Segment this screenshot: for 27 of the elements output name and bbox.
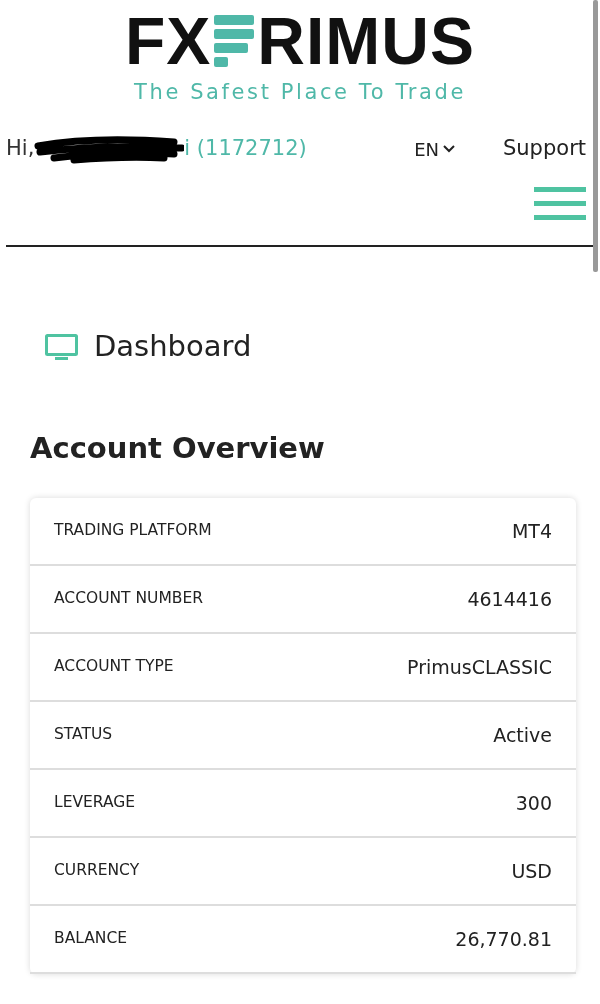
page-title: Dashboard	[94, 328, 252, 365]
language-dropdown[interactable]: EN	[414, 135, 455, 163]
field-label: ACCOUNT NUMBER	[54, 588, 204, 610]
field-label: TRADING PLATFORM	[54, 520, 212, 542]
field-label: ACCOUNT TYPE	[54, 656, 174, 678]
tagline: The Safest Place To Trade	[134, 82, 466, 103]
section-heading: Account Overview	[30, 429, 326, 467]
account-id: i (1172712)	[184, 135, 307, 163]
field-value: MT4	[511, 518, 552, 544]
caret-icon	[443, 145, 455, 153]
field-label: LEVERAGE	[54, 792, 136, 814]
field-label: STATUS	[54, 724, 113, 746]
greeting-text: Hi,	[6, 135, 35, 163]
logo-stripes-icon	[214, 15, 255, 67]
menu-button[interactable]	[534, 187, 586, 221]
field-value: 4614416	[467, 586, 552, 612]
logo-text: FX	[125, 8, 212, 74]
monitor-icon	[45, 333, 78, 360]
field-value: USD	[511, 858, 552, 884]
field-value: 300	[515, 790, 552, 816]
field-value: 26,770.81	[455, 926, 552, 952]
field-value: Active	[493, 722, 552, 748]
field-label: CURRENCY	[54, 860, 140, 882]
field-value: PrimusCLASSIC	[407, 654, 552, 680]
field-label: BALANCE	[54, 928, 128, 950]
support-link[interactable]: Support	[503, 133, 586, 165]
logo-text: RIMUS	[257, 8, 475, 74]
